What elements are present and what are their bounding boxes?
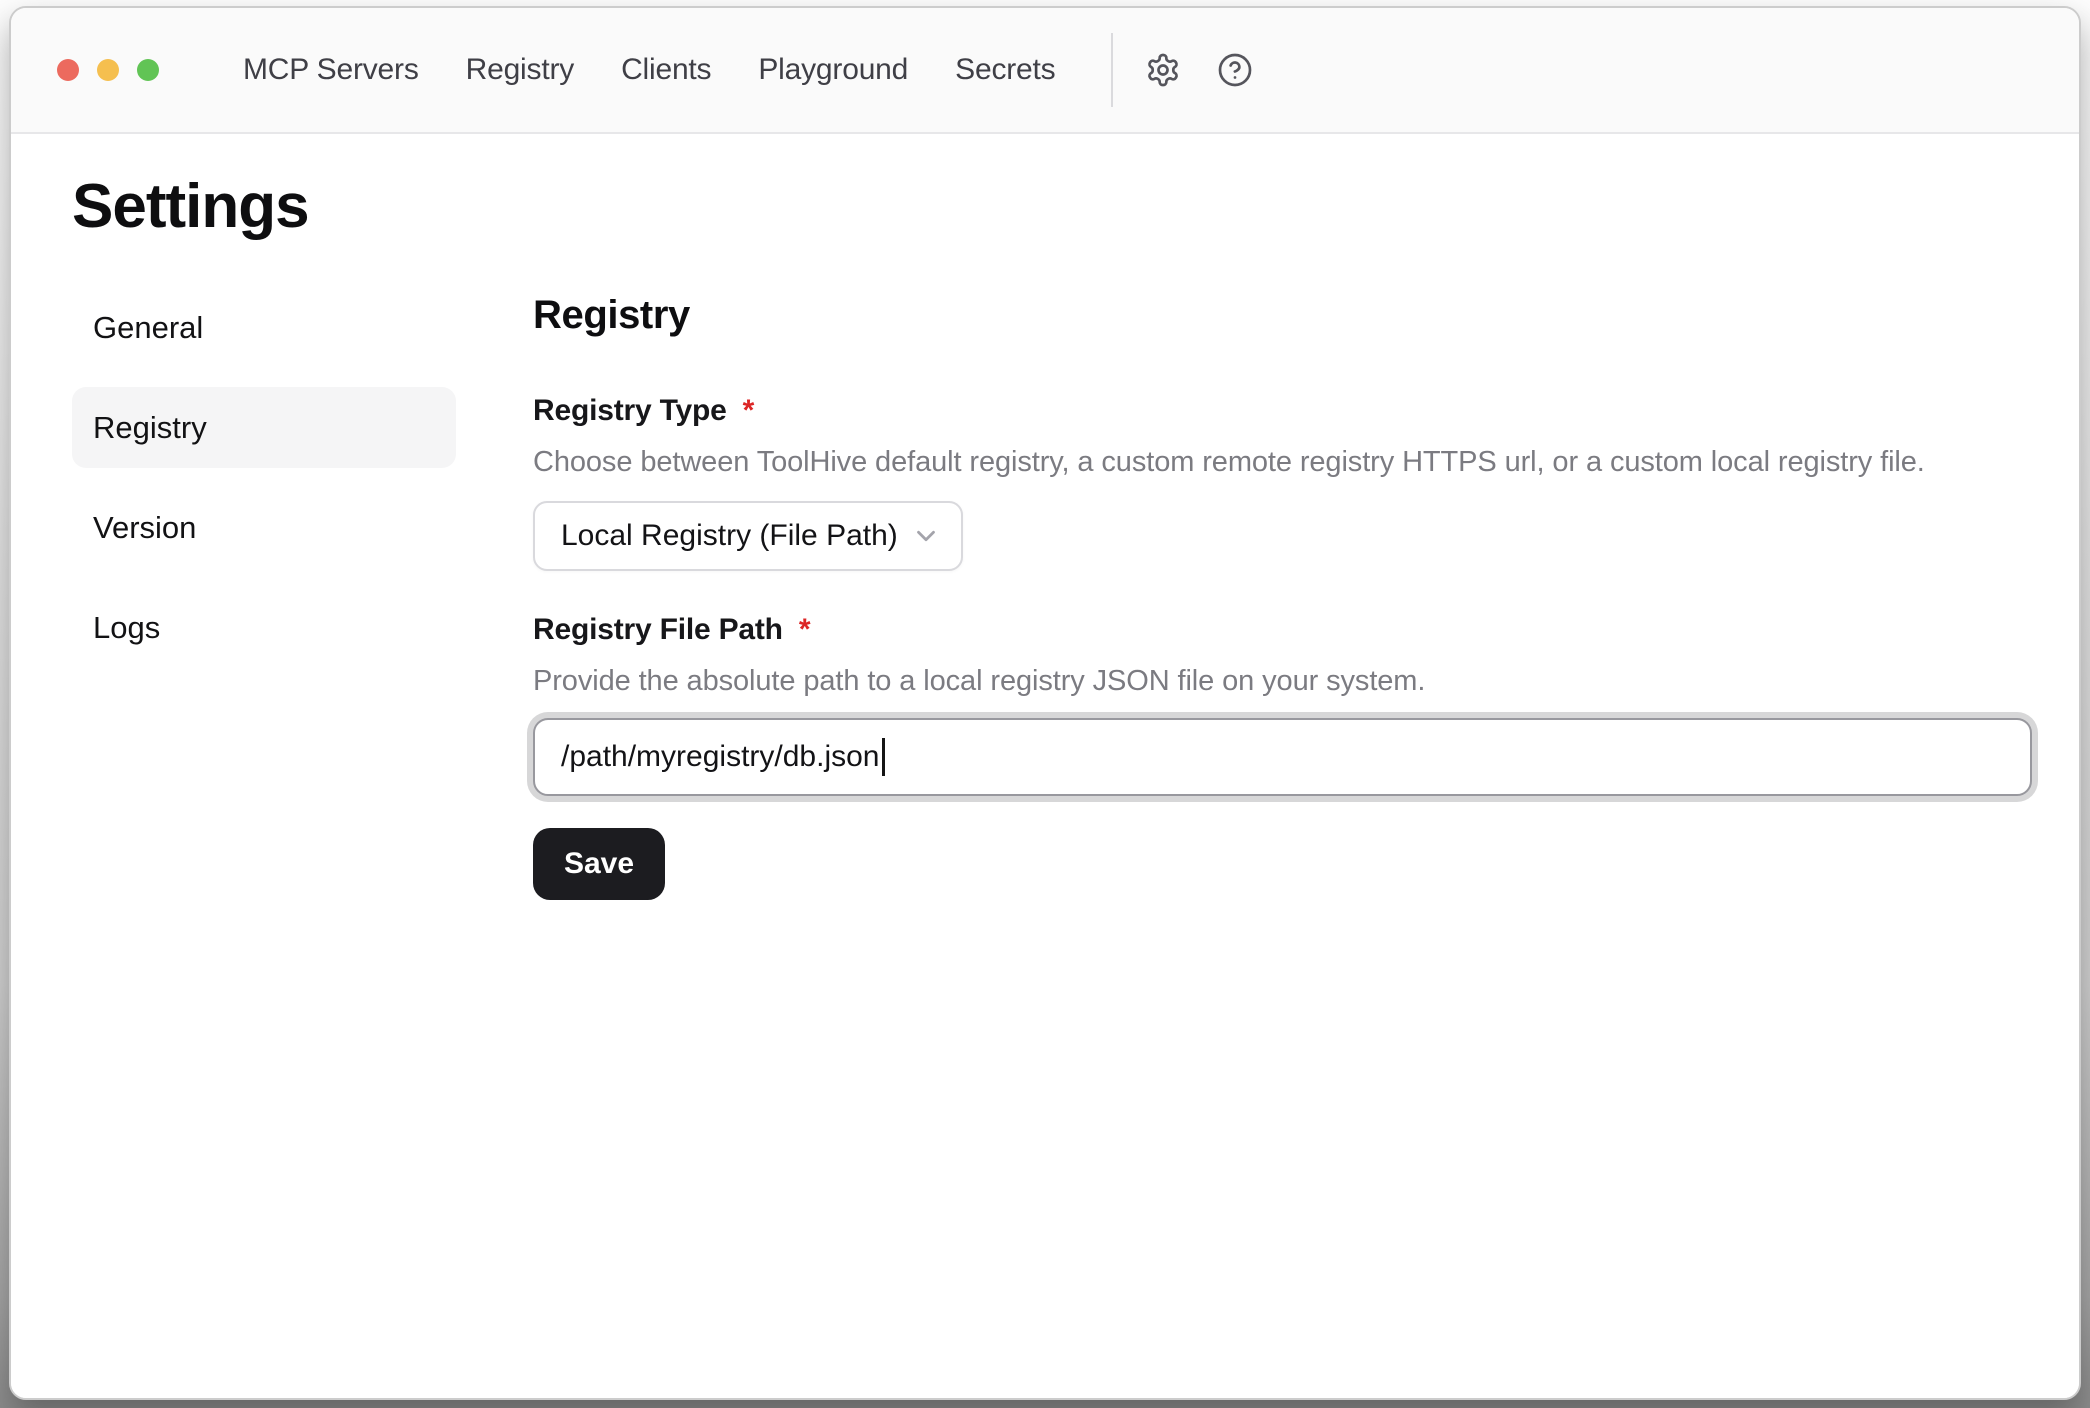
registry-type-description: Choose between ToolHive default registry… xyxy=(533,446,2032,479)
registry-settings-panel: Registry Registry Type * Choose between … xyxy=(533,287,2032,900)
registry-type-select[interactable]: Local Registry (File Path) xyxy=(533,501,963,571)
nav-item-clients[interactable]: Clients xyxy=(621,53,711,87)
close-button[interactable] xyxy=(57,59,79,81)
registry-file-path-value: /path/myregistry/db.json xyxy=(561,740,879,774)
titlebar-divider xyxy=(1111,33,1113,107)
sidebar-item-general[interactable]: General xyxy=(72,287,456,368)
help-button[interactable] xyxy=(1213,48,1257,92)
registry-type-required-asterisk: * xyxy=(743,394,755,428)
settings-page: Settings General Registry Version Logs R… xyxy=(11,134,2079,1398)
page-title: Settings xyxy=(72,170,2032,243)
app-window: MCP Servers Registry Clients Playground … xyxy=(9,6,2081,1400)
text-caret xyxy=(882,738,885,776)
minimize-button[interactable] xyxy=(97,59,119,81)
window-controls xyxy=(57,59,159,81)
sidebar-item-logs[interactable]: Logs xyxy=(72,587,456,668)
nav-item-secrets[interactable]: Secrets xyxy=(955,53,1055,87)
top-nav: MCP Servers Registry Clients Playground … xyxy=(243,53,1055,87)
sidebar-item-registry[interactable]: Registry xyxy=(72,387,456,468)
sidebar-item-version[interactable]: Version xyxy=(72,487,456,568)
help-circle-icon xyxy=(1217,52,1253,88)
settings-sidebar: General Registry Version Logs xyxy=(72,287,456,687)
registry-file-path-label: Registry File Path xyxy=(533,613,783,647)
nav-item-playground[interactable]: Playground xyxy=(758,53,908,87)
desktop-backdrop: MCP Servers Registry Clients Playground … xyxy=(0,0,2090,1408)
settings-button[interactable] xyxy=(1141,48,1185,92)
registry-file-path-required-asterisk: * xyxy=(799,613,811,647)
save-button[interactable]: Save xyxy=(533,828,665,900)
registry-file-path-description: Provide the absolute path to a local reg… xyxy=(533,665,2032,698)
chevron-down-icon xyxy=(911,521,941,551)
nav-item-mcp-servers[interactable]: MCP Servers xyxy=(243,53,419,87)
nav-item-registry[interactable]: Registry xyxy=(466,53,574,87)
zoom-button[interactable] xyxy=(137,59,159,81)
registry-type-label: Registry Type xyxy=(533,394,727,428)
titlebar: MCP Servers Registry Clients Playground … xyxy=(11,8,2079,134)
section-heading: Registry xyxy=(533,293,2032,338)
registry-type-selected-value: Local Registry (File Path) xyxy=(561,519,898,553)
registry-file-path-input[interactable]: /path/myregistry/db.json xyxy=(533,718,2032,796)
gear-icon xyxy=(1145,52,1181,88)
